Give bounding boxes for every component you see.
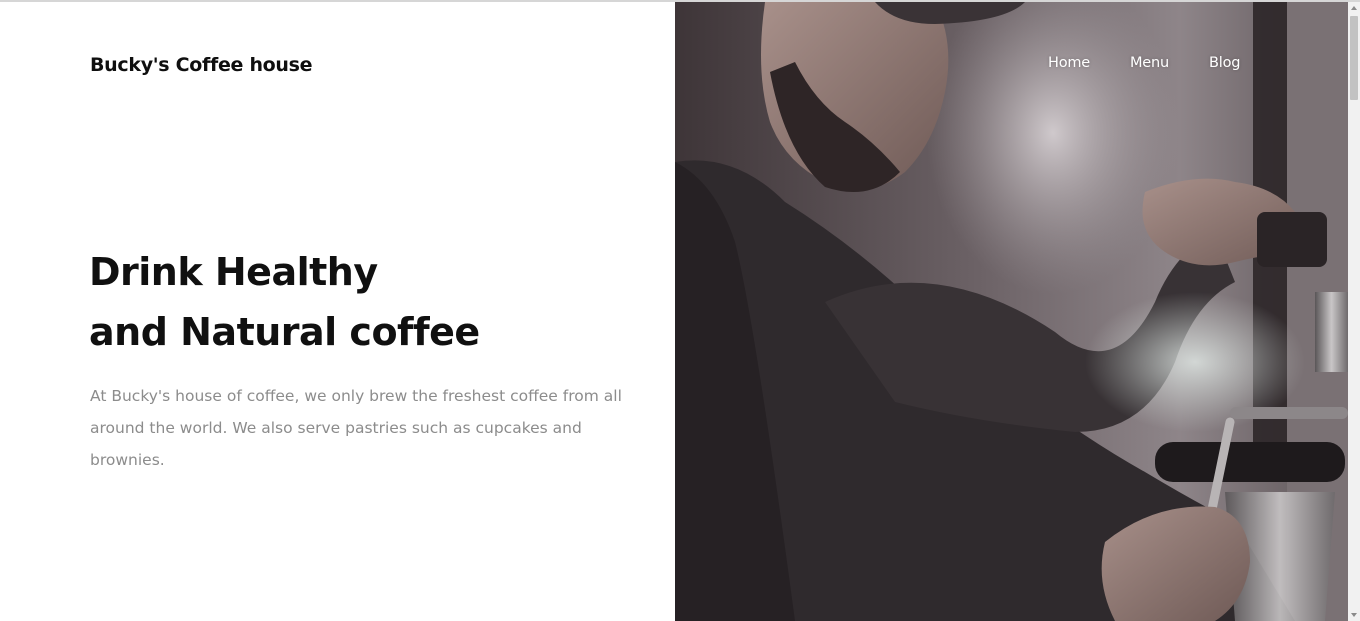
hero-text-panel: Bucky's Coffee house Drink Healthy and N… (0, 2, 675, 621)
nav-link-menu[interactable]: Menu (1130, 55, 1169, 71)
hero-headline: Drink Healthy and Natural coffee (89, 242, 480, 362)
scrollbar-thumb[interactable] (1350, 16, 1358, 100)
hero-headline-line-2: and Natural coffee (89, 310, 480, 354)
vertical-scrollbar[interactable] (1348, 2, 1360, 621)
nav-link-home[interactable]: Home (1048, 55, 1090, 71)
hero-headline-line-1: Drink Healthy (89, 250, 378, 294)
scroll-down-arrow-icon[interactable] (1348, 609, 1360, 621)
nav-link-blog[interactable]: Blog (1209, 55, 1240, 71)
barista-photo-illustration (675, 2, 1348, 621)
scroll-up-arrow-icon[interactable] (1348, 2, 1360, 14)
hero-photo (675, 2, 1348, 621)
hero-description: At Bucky's house of coffee, we only brew… (90, 387, 622, 469)
main-nav: Home Menu Blog (0, 55, 1360, 77)
